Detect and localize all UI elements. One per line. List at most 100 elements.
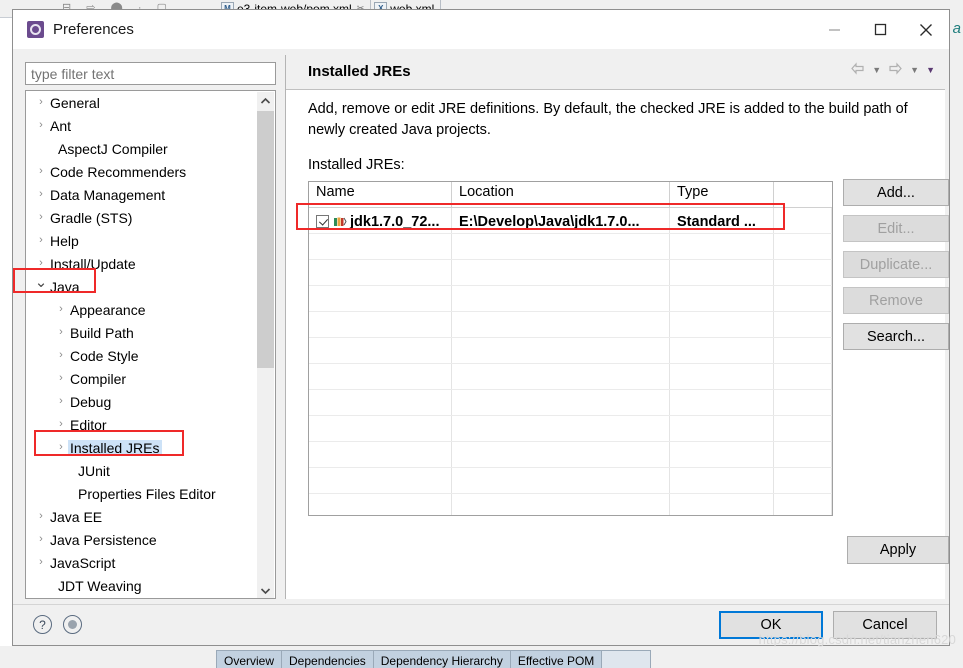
chevron-right-icon[interactable]: › xyxy=(54,327,68,338)
sidebar-item-jdt-weaving[interactable]: JDT Weaving xyxy=(26,574,258,597)
sidebar-item-java-ee[interactable]: › Java EE xyxy=(26,505,258,528)
forward-arrow-icon[interactable] xyxy=(888,62,903,79)
table-row-empty xyxy=(309,286,832,312)
sidebar-item-installed-jres[interactable]: › Installed JREs xyxy=(26,436,258,459)
cell-empty xyxy=(670,260,774,285)
cell-empty xyxy=(670,286,774,311)
apply-button[interactable]: Apply xyxy=(847,536,949,564)
chevron-right-icon[interactable]: › xyxy=(34,120,48,131)
cell-empty xyxy=(309,494,452,515)
sidebar-item-javascript[interactable]: › JavaScript xyxy=(26,551,258,574)
preferences-tree[interactable]: › General › Ant AspectJ Compiler › Code Recomm… xyxy=(25,90,276,599)
table-row[interactable]: jdk1.7.0_72... E:\Develop\Java\jdk1.7.0..… xyxy=(309,208,832,234)
cell-empty xyxy=(452,260,670,285)
table-row-empty xyxy=(309,390,832,416)
sidebar-item-general[interactable]: › General xyxy=(26,91,258,114)
sidebar-item-help[interactable]: › Help xyxy=(26,229,258,252)
scrollbar-thumb[interactable] xyxy=(257,111,274,368)
add-button[interactable]: Add... xyxy=(843,179,949,206)
chevron-right-icon[interactable]: › xyxy=(54,419,68,430)
chevron-right-icon[interactable]: › xyxy=(34,557,48,568)
cell-empty xyxy=(309,260,452,285)
chevron-right-icon[interactable]: › xyxy=(34,235,48,246)
row-checkbox[interactable] xyxy=(316,215,329,228)
sidebar-item-code-style[interactable]: › Code Style xyxy=(26,344,258,367)
forward-dropdown-caret-icon[interactable]: ▼ xyxy=(910,66,919,75)
chevron-right-icon[interactable]: › xyxy=(54,350,68,361)
jre-library-icon xyxy=(333,215,347,228)
chevron-right-icon[interactable]: › xyxy=(54,396,68,407)
chevron-right-icon[interactable]: › xyxy=(54,373,68,384)
page-description: Add, remove or edit JRE definitions. By … xyxy=(308,101,908,138)
pom-tab-effective-pom[interactable]: Effective POM xyxy=(509,650,603,668)
pom-tab-extra[interactable] xyxy=(601,650,652,668)
table-body: jdk1.7.0_72... E:\Develop\Java\jdk1.7.0..… xyxy=(309,208,832,515)
remove-button: Remove xyxy=(843,287,949,314)
content-header: Installed JREs ▼ ▼ ▼ xyxy=(286,55,945,90)
column-header-location[interactable]: Location xyxy=(452,182,670,207)
chevron-right-icon[interactable]: › xyxy=(54,442,68,453)
restore-defaults-icon[interactable] xyxy=(63,615,82,634)
search-input[interactable] xyxy=(25,62,276,85)
sidebar-item-junit[interactable]: JUnit xyxy=(26,459,258,482)
sidebar-item-debug[interactable]: › Debug xyxy=(26,390,258,413)
chevron-right-icon[interactable]: › xyxy=(34,212,48,223)
window-controls xyxy=(811,10,949,49)
page-title: Installed JREs xyxy=(308,63,411,80)
sidebar-item-build-path[interactable]: › Build Path xyxy=(26,321,258,344)
sidebar-item-java[interactable]: ⌄ Java xyxy=(26,275,258,298)
cell-empty xyxy=(309,338,452,363)
scrollbar-vertical[interactable] xyxy=(257,92,274,598)
back-dropdown-caret-icon[interactable]: ▼ xyxy=(872,66,881,75)
cell-location[interactable]: E:\Develop\Java\jdk1.7.0... xyxy=(452,208,670,233)
scroll-up-icon[interactable] xyxy=(257,92,274,109)
scroll-down-icon[interactable] xyxy=(257,582,274,598)
chevron-right-icon[interactable]: › xyxy=(34,166,48,177)
sidebar-item-properties-files-editor[interactable]: Properties Files Editor xyxy=(26,482,258,505)
chevron-right-icon[interactable]: › xyxy=(54,304,68,315)
back-arrow-icon[interactable] xyxy=(850,62,865,79)
cell-empty xyxy=(774,234,832,259)
column-header-name[interactable]: Name xyxy=(309,182,452,207)
cell-empty xyxy=(774,312,832,337)
cell-blank xyxy=(774,208,832,233)
maximize-icon[interactable] xyxy=(857,10,903,49)
sidebar-item-install-update[interactable]: › Install/Update xyxy=(26,252,258,275)
sidebar-item-ant[interactable]: › Ant xyxy=(26,114,258,137)
pom-tab-dependencies[interactable]: Dependencies xyxy=(281,650,374,668)
cell-empty xyxy=(670,416,774,441)
sidebar-item-compiler[interactable]: › Compiler xyxy=(26,367,258,390)
pom-tab-overview[interactable]: Overview xyxy=(216,650,283,668)
sidebar-item-aspectj-compiler[interactable]: AspectJ Compiler xyxy=(26,137,258,160)
sidebar-item-code-recommenders[interactable]: › Code Recommenders xyxy=(26,160,258,183)
pom-tab-dependency-hierarchy[interactable]: Dependency Hierarchy xyxy=(372,650,511,668)
edit-button: Edit... xyxy=(843,215,949,242)
sidebar-item-gradle-sts[interactable]: › Gradle (STS) xyxy=(26,206,258,229)
sidebar-item-label: Code Recommenders xyxy=(50,163,187,180)
sidebar-item-data-management[interactable]: › Data Management xyxy=(26,183,258,206)
chevron-right-icon[interactable]: › xyxy=(34,511,48,522)
help-icon[interactable]: ? xyxy=(33,615,52,634)
chevron-right-icon[interactable]: › xyxy=(34,189,48,200)
sidebar-item-label: JavaScript xyxy=(50,554,116,571)
cell-type[interactable]: Standard ... xyxy=(670,208,774,233)
page-menu-caret-icon[interactable]: ▼ xyxy=(926,66,935,75)
chevron-down-icon[interactable]: ⌄ xyxy=(34,275,48,290)
chevron-right-icon[interactable]: › xyxy=(34,97,48,108)
table-row-empty xyxy=(309,234,832,260)
column-header-blank[interactable] xyxy=(774,182,832,207)
chevron-right-icon[interactable]: › xyxy=(34,534,48,545)
cell-name[interactable]: jdk1.7.0_72... xyxy=(309,208,452,233)
cell-empty xyxy=(774,468,832,493)
preferences-dialog: Preferences ›General›AntAspectJ Compiler… xyxy=(12,9,950,646)
search-button[interactable]: Search... xyxy=(843,323,949,350)
chevron-right-icon[interactable]: › xyxy=(34,258,48,269)
close-icon[interactable] xyxy=(903,10,949,49)
table-header-row: Name Location Type xyxy=(309,182,832,208)
sidebar-item-appearance[interactable]: › Appearance xyxy=(26,298,258,321)
minimize-icon[interactable] xyxy=(811,10,857,49)
sidebar-item-java-persistence[interactable]: › Java Persistence xyxy=(26,528,258,551)
column-header-type[interactable]: Type xyxy=(670,182,774,207)
installed-jres-table[interactable]: Name Location Type jdk1.7.0_72... E:\Deve… xyxy=(308,181,833,516)
sidebar-item-editor[interactable]: › Editor xyxy=(26,413,258,436)
